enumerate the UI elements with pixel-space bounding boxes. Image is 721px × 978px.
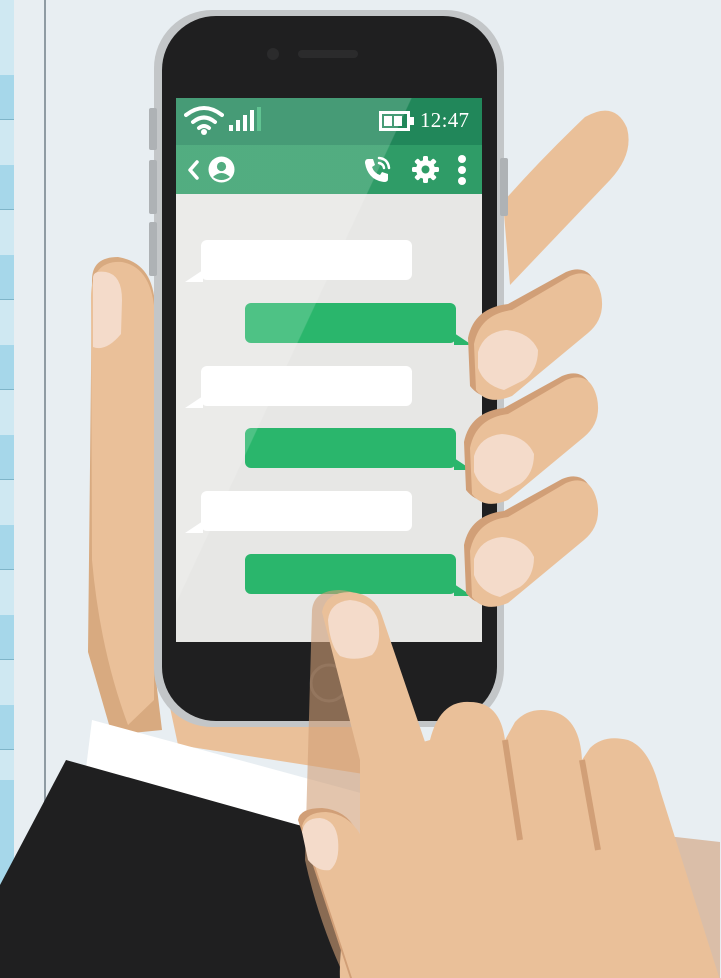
hand-shadow — [305, 590, 720, 978]
phone-call-icon[interactable] — [362, 155, 392, 185]
strip-block — [0, 435, 14, 480]
holding-finger — [470, 377, 599, 504]
chat-toolbar — [176, 145, 482, 194]
strip-pale-segment — [0, 930, 14, 978]
strip-block — [0, 345, 14, 390]
incoming-message-bubble — [185, 366, 412, 408]
home-button — [309, 663, 349, 703]
strip-block — [0, 165, 14, 210]
strip-pale-segment — [0, 390, 14, 435]
incoming-message-bubble — [185, 240, 412, 282]
holding-finger — [470, 480, 599, 607]
finger-nail — [474, 434, 534, 494]
finger-gap — [579, 759, 601, 851]
outgoing-message-bubble — [245, 554, 472, 596]
back-finger-top — [503, 110, 629, 285]
front-hand — [339, 701, 720, 978]
chevron-left-icon[interactable] — [186, 160, 200, 180]
finger-gap — [502, 739, 523, 841]
strip-pale-segment — [0, 120, 14, 165]
thumb-nail — [93, 271, 122, 349]
strip-pale-segment — [0, 0, 14, 75]
jacket-sleeve — [0, 760, 370, 978]
gear-icon[interactable] — [412, 156, 439, 183]
strip-block — [0, 255, 14, 300]
strip-pale-segment — [0, 660, 14, 705]
strip-block — [0, 75, 14, 120]
phone-screen: 12:47 — [176, 98, 482, 642]
phone-side-button — [149, 160, 157, 214]
palm-shadow — [88, 257, 162, 735]
strip-pale-segment — [0, 570, 14, 615]
incoming-message-bubble — [185, 491, 412, 533]
background-panel-strip — [0, 0, 14, 978]
earpiece — [298, 50, 358, 58]
left-thumb — [90, 261, 155, 725]
strip-block — [0, 780, 14, 931]
background-divider-line — [44, 0, 46, 978]
holding-finger — [474, 273, 603, 400]
status-bar: 12:47 — [176, 98, 482, 145]
finger-shadow — [464, 476, 596, 604]
front-camera — [267, 48, 279, 60]
strip-block — [0, 615, 14, 660]
strip-block — [0, 705, 14, 750]
finger-shadow — [468, 269, 600, 397]
signal-bars-icon — [229, 107, 261, 131]
illustration-scene: 12:47 — [0, 0, 721, 978]
outgoing-message-bubble — [245, 303, 472, 345]
finger-shadow — [464, 373, 596, 501]
phone-side-button — [500, 158, 508, 216]
battery-icon — [379, 111, 414, 131]
strip-pale-segment — [0, 210, 14, 255]
strip-pale-segment — [0, 750, 14, 780]
front-thumb — [302, 812, 412, 978]
wifi-icon — [184, 106, 224, 135]
strip-pale-segment — [0, 480, 14, 525]
chat-message-list[interactable] — [176, 194, 482, 642]
status-time: 12:47 — [420, 108, 470, 132]
strip-block — [0, 525, 14, 570]
user-avatar-icon[interactable] — [208, 156, 235, 183]
phone-side-button — [149, 108, 157, 150]
strip-pale-segment — [0, 300, 14, 345]
outgoing-message-bubble — [245, 428, 472, 470]
thumb-nail — [302, 818, 339, 871]
finger-nail — [474, 537, 534, 597]
finger-nail — [478, 330, 538, 390]
phone-side-button — [149, 222, 157, 276]
more-vertical-icon[interactable] — [456, 154, 468, 186]
front-thumb — [298, 808, 410, 978]
shirt-cuff — [60, 720, 368, 978]
